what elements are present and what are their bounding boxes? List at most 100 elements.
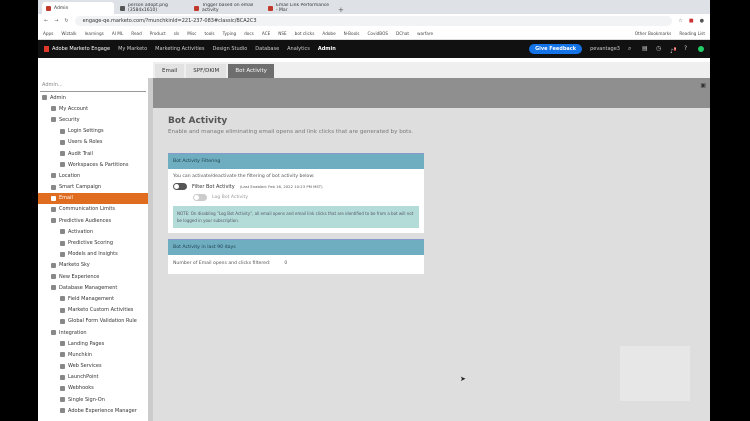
sidebar-item[interactable]: New Experience (38, 271, 148, 282)
sidebar-item[interactable]: Workspaces & Partitions (38, 159, 148, 170)
sidebar-item[interactable]: Audit Trail (38, 148, 148, 159)
user-name[interactable]: pevantage3 (590, 46, 620, 52)
tab-spf-dkim[interactable]: SPF/DKIM (186, 64, 227, 78)
sidebar-item[interactable]: Email (38, 192, 148, 204)
star-icon[interactable]: ☆ (678, 18, 682, 24)
tree-node-icon (60, 408, 65, 414)
bookmark-item[interactable]: bot clicks (295, 31, 315, 36)
sidebar-item-label: Field Management (68, 295, 115, 302)
browser-tab[interactable]: person adopt.png (3584x1610) (116, 2, 188, 14)
tab-bot-activity[interactable]: Bot Activity (228, 64, 274, 78)
bookmark-item[interactable]: Reading List (679, 31, 705, 36)
forward-icon[interactable]: → (54, 18, 58, 24)
sidebar-item[interactable]: Activation (38, 226, 148, 237)
sidebar-item-label: Communication Limits (59, 206, 115, 213)
user-avatar[interactable] (698, 46, 704, 52)
sidebar-item[interactable]: Communication Limits (38, 204, 148, 215)
search-icon[interactable]: ⌕ (628, 46, 634, 52)
docs-icon[interactable]: ▤ (642, 46, 648, 52)
sidebar-item[interactable]: Marketo Custom Activities (38, 305, 148, 316)
sidebar-item[interactable]: Predictive Audiences (38, 215, 148, 226)
sidebar-item[interactable]: Landing Pages (38, 338, 148, 349)
admin-search-input[interactable]: Admin... (40, 78, 146, 92)
reload-icon[interactable]: ↻ (64, 18, 68, 24)
sidebar-item[interactable]: Single Sign-On (38, 394, 148, 405)
bookmark-item[interactable]: N-Bools (344, 31, 360, 36)
sidebar-item[interactable]: Security (38, 114, 148, 125)
sidebar-item[interactable]: Web Services (38, 361, 148, 372)
sidebar-item[interactable]: Global Form Validation Rule (38, 316, 148, 327)
bookmark-item[interactable]: Read (131, 31, 142, 36)
notifications-icon[interactable]: ♪9 (670, 46, 677, 55)
tab-title: Admin (54, 5, 69, 11)
sidebar-item[interactable]: LaunchPoint (38, 372, 148, 383)
sidebar-item[interactable]: Location (38, 170, 148, 181)
back-icon[interactable]: ← (44, 18, 48, 24)
bookmark-item[interactable]: Adobe (322, 31, 335, 36)
tree-node-icon (51, 285, 56, 291)
sidebar-item[interactable]: Predictive Scoring (38, 237, 148, 248)
sidebar-item[interactable]: Integration (38, 327, 148, 338)
help-icon[interactable]: ? (684, 46, 690, 52)
bookmark-item[interactable]: Typing (223, 31, 237, 36)
expand-icon[interactable]: ▣ (700, 82, 706, 89)
nav-my-marketo[interactable]: My Marketo (118, 46, 147, 52)
bookmark-item[interactable]: Other Bookmarks (635, 31, 672, 36)
sidebar-item-label: Munchkin (68, 351, 93, 358)
sidebar-item[interactable]: Munchkin (38, 349, 148, 360)
sidebar-item-label: Login Settings (68, 128, 104, 135)
bookmark-item[interactable]: ACE (262, 31, 270, 36)
history-icon[interactable]: ◷ (656, 46, 662, 52)
nav-design-studio[interactable]: Design Studio (213, 46, 248, 52)
sidebar-item[interactable]: Smart Campaign (38, 182, 148, 193)
bookmark-item[interactable]: Misc (187, 31, 196, 36)
sidebar-item[interactable]: Field Management (38, 293, 148, 304)
sidebar-item[interactable]: Admin (38, 92, 148, 103)
bookmark-item[interactable]: CovidBOS (368, 31, 389, 36)
sidebar-item[interactable]: Database Management (38, 282, 148, 293)
bookmark-item[interactable]: warfare (417, 31, 433, 36)
browser-tab[interactable]: Admin (42, 2, 114, 14)
profile-avatar[interactable]: ● (700, 18, 704, 24)
extensions-icon[interactable]: ■ (689, 18, 694, 24)
brand-logo[interactable]: Adobe Marketo Engage (44, 46, 110, 52)
log-bot-activity-toggle[interactable] (193, 194, 207, 201)
bookmark-item[interactable]: NSE (278, 31, 286, 36)
bookmark-item[interactable]: tools (204, 31, 214, 36)
bookmark-item[interactable]: sls (174, 31, 180, 36)
bookmark-item[interactable]: learnings (85, 31, 104, 36)
browser-tab-bar: Admin person adopt.png (3584x1610) Trigg… (38, 0, 710, 14)
bookmark-item[interactable]: DChat (396, 31, 409, 36)
marketo-favicon-icon (46, 5, 51, 11)
url-input[interactable]: engage-qe.marketo.com/?munchkinId=221-23… (74, 16, 673, 26)
admin-sidebar: Admin... Admin My Account Security Login Se… (38, 78, 153, 421)
nav-admin[interactable]: Admin (318, 46, 336, 52)
tab-email[interactable]: Email (155, 64, 185, 78)
url-text: engage-qe.marketo.com/?munchkinId=221-23… (82, 18, 257, 24)
new-tab-button[interactable]: + (338, 6, 344, 14)
nav-analytics[interactable]: Analytics (287, 46, 310, 52)
bookmark-item[interactable]: Apps (43, 31, 53, 36)
sidebar-item-label: Location (59, 172, 81, 179)
sidebar-item[interactable]: Users & Roles (38, 137, 148, 148)
sidebar-item-label: LaunchPoint (68, 374, 99, 381)
sidebar-item[interactable]: Login Settings (38, 126, 148, 137)
browser-tab[interactable]: Email Link Performance - Mar (264, 2, 336, 14)
tree-node-icon (60, 318, 65, 324)
sidebar-item[interactable]: Marketo Sky (38, 260, 148, 271)
give-feedback-button[interactable]: Give Feedback (529, 44, 583, 54)
nav-database[interactable]: Database (255, 46, 279, 52)
filter-bot-activity-toggle[interactable] (173, 183, 187, 190)
bookmark-item[interactable]: docs (244, 31, 254, 36)
sidebar-item[interactable]: Models and Insights (38, 249, 148, 260)
favicon-icon (120, 5, 125, 11)
bookmark-item[interactable]: Product (150, 31, 166, 36)
sidebar-item[interactable]: Webhooks (38, 383, 148, 394)
sidebar-item[interactable]: Adobe Experience Manager (38, 405, 148, 416)
browser-tab[interactable]: Trigger based on email activity (190, 2, 262, 14)
bookmark-item[interactable]: Wiztalk (61, 31, 76, 36)
sidebar-item[interactable]: My Account (38, 103, 148, 114)
bookmark-item[interactable]: AI ML (112, 31, 123, 36)
nav-marketing-activities[interactable]: Marketing Activities (155, 46, 204, 52)
sidebar-item-label: Smart Campaign (59, 184, 102, 191)
